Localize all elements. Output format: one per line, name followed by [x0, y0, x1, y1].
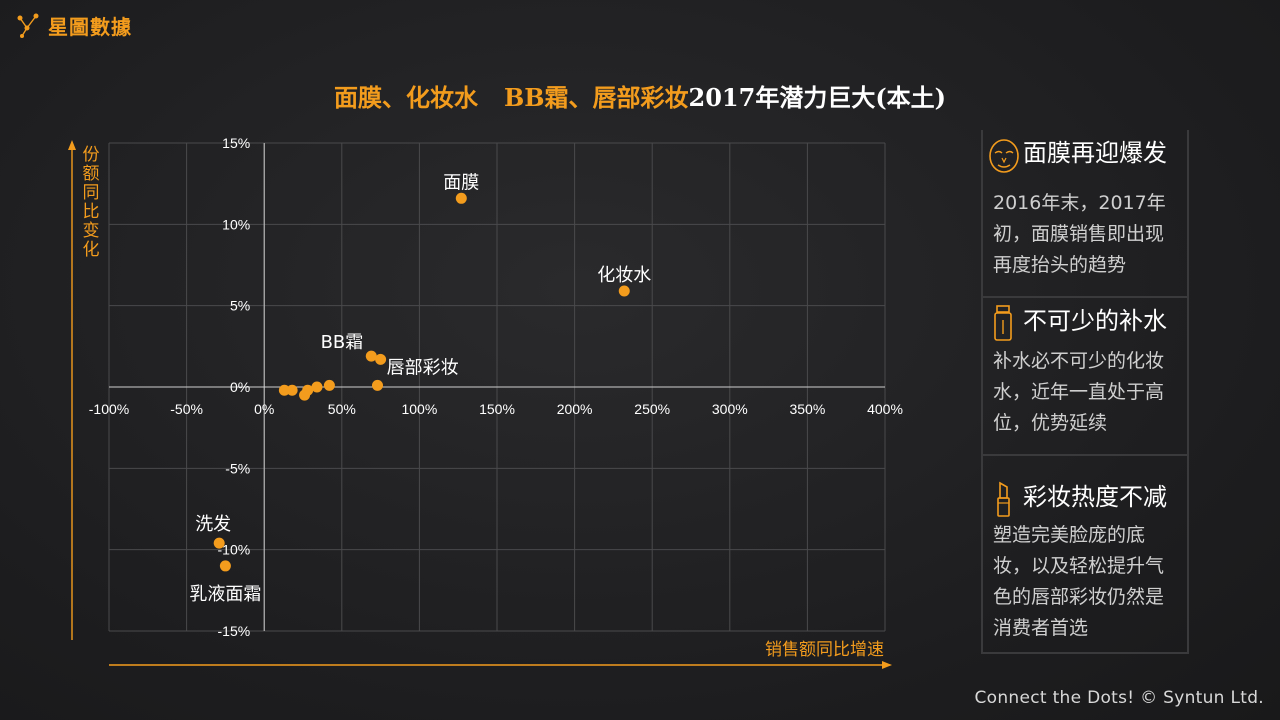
x-tick-label: 300%	[712, 401, 748, 417]
panel-3-title: 彩妆热度不减	[1023, 483, 1167, 511]
data-point	[618, 285, 630, 297]
y-tick-label: 5%	[230, 298, 250, 314]
data-point	[371, 379, 383, 391]
lipstick-icon	[997, 481, 1010, 517]
data-label: 唇部彩妆	[387, 357, 459, 378]
panel-3-text: 塑造完美脸庞的底妆，以及轻松提升气色的唇部彩妆仍然是消费者首选	[993, 524, 1165, 639]
x-tick-label: 150%	[479, 401, 515, 417]
x-tick-label: 0%	[254, 401, 274, 417]
y-axis-arrowhead	[68, 140, 76, 150]
y-tick-label: -5%	[225, 460, 250, 476]
insight-panel-1: 面膜再迎爆发 2016年末，2017年初，面膜销售即出现再度抬头的趋势	[981, 130, 1189, 298]
data-point	[299, 389, 311, 401]
data-label: BB霜	[321, 332, 364, 353]
panel-2-text: 补水必不可少的化妆水，近年一直处于高位，优势延续	[993, 350, 1165, 434]
face-mask-icon	[989, 139, 1019, 173]
x-tick-label: 200%	[557, 401, 593, 417]
toner-bottle-icon	[994, 305, 1012, 341]
data-point	[323, 379, 335, 391]
panel-1-title: 面膜再迎爆发	[1023, 139, 1167, 167]
data-label: 面膜	[443, 172, 479, 193]
panel-1-text: 2016年末，2017年初，面膜销售即出现再度抬头的趋势	[993, 192, 1166, 276]
x-tick-label: 350%	[789, 401, 825, 417]
insight-panel-3: 彩妆热度不减 塑造完美脸庞的底妆，以及轻松提升气色的唇部彩妆仍然是消费者首选	[981, 456, 1189, 654]
panel-2-title: 不可少的补水	[1023, 307, 1167, 335]
data-point	[375, 353, 387, 365]
y-tick-label: 10%	[222, 216, 250, 232]
x-axis-title: 销售额同比增速	[765, 640, 884, 660]
y-tick-label: 15%	[222, 135, 250, 151]
x-tick-label: 100%	[401, 401, 437, 417]
data-point	[219, 560, 231, 572]
x-tick-label: -50%	[170, 401, 203, 417]
data-label: 乳液面霜	[189, 584, 261, 605]
data-label: 化妆水	[597, 265, 651, 286]
data-point	[455, 192, 467, 204]
x-tick-label: 250%	[634, 401, 670, 417]
x-axis-arrowhead	[882, 661, 892, 669]
insight-panel-2: 不可少的补水 补水必不可少的化妆水，近年一直处于高位，优势延续	[981, 298, 1189, 456]
data-point	[278, 384, 290, 396]
x-tick-label: 400%	[867, 401, 903, 417]
data-point	[213, 537, 225, 549]
y-axis-title: 份额同比变化	[83, 145, 100, 260]
y-tick-label: 0%	[230, 379, 250, 395]
x-tick-label: 50%	[328, 401, 356, 417]
scatter-chart: -100% -50% 0% 50% 100% 150% 200% 250% 300% 350% 40…	[68, 135, 903, 669]
footer-copyright: Connect the Dots! © Syntun Ltd.	[974, 688, 1264, 708]
y-tick-label: -15%	[218, 623, 251, 639]
x-tick-label: -100%	[89, 401, 129, 417]
data-label: 洗发	[195, 514, 231, 535]
